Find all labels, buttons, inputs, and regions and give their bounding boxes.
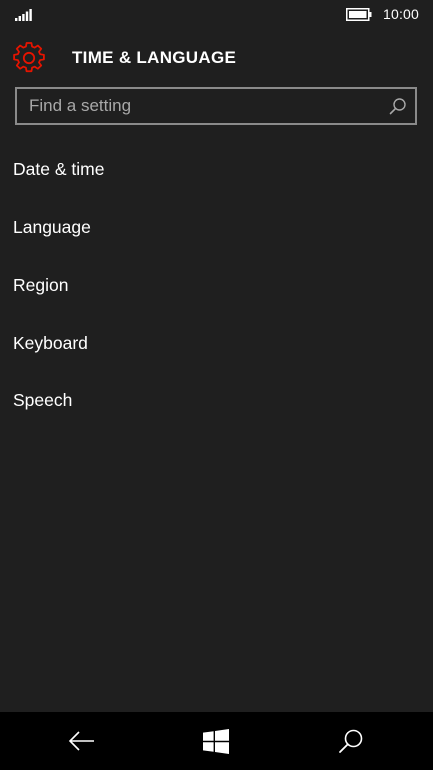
- windows-logo-icon: [203, 728, 229, 754]
- settings-list: Date & time Language Region Keyboard Spe…: [0, 141, 433, 430]
- search-icon: [339, 729, 363, 753]
- search-button[interactable]: [306, 712, 396, 770]
- battery-icon: [346, 8, 372, 21]
- settings-item-language[interactable]: Language: [0, 199, 433, 257]
- status-time: 10:00: [383, 6, 420, 22]
- search-icon[interactable]: [389, 97, 407, 115]
- signal-strength-icon: [15, 9, 32, 21]
- page-header: TIME & LANGUAGE: [0, 38, 433, 78]
- status-bar: 10:00: [0, 0, 433, 30]
- start-button[interactable]: [171, 712, 261, 770]
- page-title: TIME & LANGUAGE: [72, 48, 237, 67]
- search-box[interactable]: [15, 87, 417, 125]
- back-arrow-icon: [68, 731, 94, 751]
- settings-item-keyboard[interactable]: Keyboard: [0, 314, 433, 372]
- back-button[interactable]: [37, 712, 127, 770]
- settings-item-speech[interactable]: Speech: [0, 372, 433, 430]
- settings-item-date-time[interactable]: Date & time: [0, 141, 433, 199]
- phone-screen: 10:00 TIME & LANGUAGE Date & time Langua…: [0, 0, 433, 770]
- gear-icon: [13, 42, 45, 73]
- search-input[interactable]: [17, 89, 377, 123]
- settings-item-region[interactable]: Region: [0, 257, 433, 315]
- navigation-bar: [0, 712, 433, 770]
